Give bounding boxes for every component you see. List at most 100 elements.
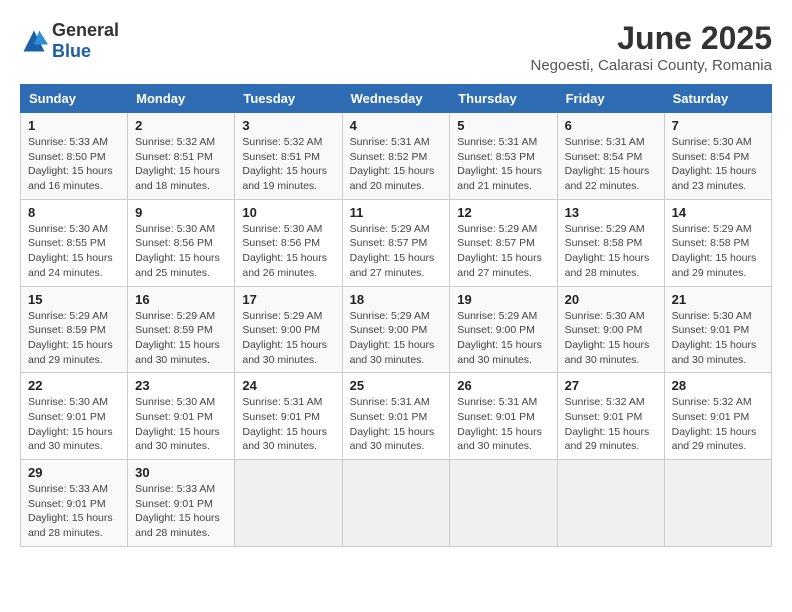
day-info: Sunrise: 5:33 AMSunset: 8:50 PMDaylight:… xyxy=(28,135,120,194)
col-wednesday: Wednesday xyxy=(342,85,450,113)
day-info: Sunrise: 5:30 AMSunset: 8:54 PMDaylight:… xyxy=(672,135,764,194)
day-info: Sunrise: 5:29 AMSunset: 8:57 PMDaylight:… xyxy=(350,222,443,281)
logo-general: General xyxy=(52,20,119,40)
calendar-cell: 29 Sunrise: 5:33 AMSunset: 9:01 PMDayligh… xyxy=(21,460,128,547)
calendar-cell: 5Sunrise: 5:31 AMSunset: 8:53 PMDaylight… xyxy=(450,113,557,200)
day-number: 26 xyxy=(457,378,549,393)
day-info: Sunrise: 5:31 AMSunset: 9:01 PMDaylight:… xyxy=(350,395,443,454)
col-monday: Monday xyxy=(128,85,235,113)
col-friday: Friday xyxy=(557,85,664,113)
day-number: 23 xyxy=(135,378,227,393)
calendar-cell xyxy=(235,460,342,547)
calendar-cell: 18Sunrise: 5:29 AMSunset: 9:00 PMDayligh… xyxy=(342,286,450,373)
day-info: Sunrise: 5:30 AMSunset: 9:01 PMDaylight:… xyxy=(672,309,764,368)
day-info: Sunrise: 5:31 AMSunset: 8:54 PMDaylight:… xyxy=(565,135,657,194)
day-info: Sunrise: 5:29 AMSunset: 8:57 PMDaylight:… xyxy=(457,222,549,281)
day-number: 10 xyxy=(242,205,334,220)
day-info: Sunrise: 5:33 AMSunset: 9:01 PMDaylight:… xyxy=(28,482,120,541)
day-info: Sunrise: 5:30 AMSunset: 9:01 PMDaylight:… xyxy=(135,395,227,454)
calendar-cell: 28 Sunrise: 5:32 AMSunset: 9:01 PMDayligh… xyxy=(664,373,771,460)
logo-icon xyxy=(20,27,48,55)
day-number: 20 xyxy=(565,292,657,307)
week-row-5: 29 Sunrise: 5:33 AMSunset: 9:01 PMDayligh… xyxy=(21,460,772,547)
day-number: 7 xyxy=(672,118,764,133)
calendar-cell: 25 Sunrise: 5:31 AMSunset: 9:01 PMDayligh… xyxy=(342,373,450,460)
calendar-cell: 21 Sunrise: 5:30 AMSunset: 9:01 PMDayligh… xyxy=(664,286,771,373)
day-number: 12 xyxy=(457,205,549,220)
day-info: Sunrise: 5:29 AMSunset: 9:00 PMDaylight:… xyxy=(242,309,334,368)
day-info: Sunrise: 5:30 AMSunset: 9:01 PMDaylight:… xyxy=(28,395,120,454)
logo-text: General Blue xyxy=(52,20,119,62)
day-number: 6 xyxy=(565,118,657,133)
calendar-cell: 17Sunrise: 5:29 AMSunset: 9:00 PMDayligh… xyxy=(235,286,342,373)
day-info: Sunrise: 5:29 AMSunset: 9:00 PMDaylight:… xyxy=(350,309,443,368)
calendar-cell xyxy=(557,460,664,547)
calendar-cell: 22Sunrise: 5:30 AMSunset: 9:01 PMDayligh… xyxy=(21,373,128,460)
calendar-cell: 11 Sunrise: 5:29 AMSunset: 8:57 PMDayligh… xyxy=(342,199,450,286)
col-thursday: Thursday xyxy=(450,85,557,113)
subtitle: Negoesti, Calarasi County, Romania xyxy=(530,57,772,74)
calendar-cell: 7 Sunrise: 5:30 AMSunset: 8:54 PMDaylight… xyxy=(664,113,771,200)
col-sunday: Sunday xyxy=(21,85,128,113)
calendar-cell: 19 Sunrise: 5:29 AMSunset: 9:00 PMDayligh… xyxy=(450,286,557,373)
day-number: 29 xyxy=(28,465,120,480)
calendar-cell: 13Sunrise: 5:29 AMSunset: 8:58 PMDayligh… xyxy=(557,199,664,286)
calendar-table: Sunday Monday Tuesday Wednesday Thursday… xyxy=(20,84,772,547)
calendar-cell: 2 Sunrise: 5:32 AMSunset: 8:51 PMDaylight… xyxy=(128,113,235,200)
day-info: Sunrise: 5:30 AMSunset: 8:56 PMDaylight:… xyxy=(242,222,334,281)
logo-blue: Blue xyxy=(52,41,91,61)
day-number: 19 xyxy=(457,292,549,307)
day-info: Sunrise: 5:29 AMSunset: 9:00 PMDaylight:… xyxy=(457,309,549,368)
day-info: Sunrise: 5:30 AMSunset: 8:55 PMDaylight:… xyxy=(28,222,120,281)
day-number: 28 xyxy=(672,378,764,393)
day-number: 27 xyxy=(565,378,657,393)
calendar-cell: 3 Sunrise: 5:32 AMSunset: 8:51 PMDaylight… xyxy=(235,113,342,200)
day-number: 3 xyxy=(242,118,334,133)
calendar-cell: 14 Sunrise: 5:29 AMSunset: 8:58 PMDayligh… xyxy=(664,199,771,286)
calendar-cell: 16Sunrise: 5:29 AMSunset: 8:59 PMDayligh… xyxy=(128,286,235,373)
day-info: Sunrise: 5:32 AMSunset: 8:51 PMDaylight:… xyxy=(135,135,227,194)
title-area: June 2025 Negoesti, Calarasi County, Rom… xyxy=(530,20,772,74)
calendar-cell: 12 Sunrise: 5:29 AMSunset: 8:57 PMDayligh… xyxy=(450,199,557,286)
day-number: 25 xyxy=(350,378,443,393)
day-number: 14 xyxy=(672,205,764,220)
day-number: 11 xyxy=(350,205,443,220)
day-info: Sunrise: 5:29 AMSunset: 8:59 PMDaylight:… xyxy=(28,309,120,368)
week-row-3: 15Sunrise: 5:29 AMSunset: 8:59 PMDayligh… xyxy=(21,286,772,373)
day-number: 24 xyxy=(242,378,334,393)
main-title: June 2025 xyxy=(530,20,772,57)
day-info: Sunrise: 5:30 AMSunset: 8:56 PMDaylight:… xyxy=(135,222,227,281)
day-number: 21 xyxy=(672,292,764,307)
day-number: 8 xyxy=(28,205,120,220)
header-row: Sunday Monday Tuesday Wednesday Thursday… xyxy=(21,85,772,113)
calendar-cell: 24Sunrise: 5:31 AMSunset: 9:01 PMDayligh… xyxy=(235,373,342,460)
day-info: Sunrise: 5:29 AMSunset: 8:59 PMDaylight:… xyxy=(135,309,227,368)
calendar-cell xyxy=(450,460,557,547)
day-info: Sunrise: 5:32 AMSunset: 8:51 PMDaylight:… xyxy=(242,135,334,194)
day-info: Sunrise: 5:29 AMSunset: 8:58 PMDaylight:… xyxy=(565,222,657,281)
week-row-2: 8 Sunrise: 5:30 AMSunset: 8:55 PMDaylight… xyxy=(21,199,772,286)
calendar-cell: 9 Sunrise: 5:30 AMSunset: 8:56 PMDaylight… xyxy=(128,199,235,286)
week-row-4: 22Sunrise: 5:30 AMSunset: 9:01 PMDayligh… xyxy=(21,373,772,460)
day-number: 4 xyxy=(350,118,443,133)
calendar-cell: 26Sunrise: 5:31 AMSunset: 9:01 PMDayligh… xyxy=(450,373,557,460)
calendar-cell: 4Sunrise: 5:31 AMSunset: 8:52 PMDaylight… xyxy=(342,113,450,200)
week-row-1: 1 Sunrise: 5:33 AMSunset: 8:50 PMDaylight… xyxy=(21,113,772,200)
calendar-cell: 10 Sunrise: 5:30 AMSunset: 8:56 PMDayligh… xyxy=(235,199,342,286)
calendar-cell: 1 Sunrise: 5:33 AMSunset: 8:50 PMDaylight… xyxy=(21,113,128,200)
calendar-cell: 6 Sunrise: 5:31 AMSunset: 8:54 PMDaylight… xyxy=(557,113,664,200)
day-number: 1 xyxy=(28,118,120,133)
day-info: Sunrise: 5:30 AMSunset: 9:00 PMDaylight:… xyxy=(565,309,657,368)
page-header: General Blue June 2025 Negoesti, Calaras… xyxy=(20,20,772,74)
day-info: Sunrise: 5:29 AMSunset: 8:58 PMDaylight:… xyxy=(672,222,764,281)
day-info: Sunrise: 5:32 AMSunset: 9:01 PMDaylight:… xyxy=(672,395,764,454)
col-saturday: Saturday xyxy=(664,85,771,113)
day-number: 30 xyxy=(135,465,227,480)
calendar-cell: 27Sunrise: 5:32 AMSunset: 9:01 PMDayligh… xyxy=(557,373,664,460)
calendar-cell: 8 Sunrise: 5:30 AMSunset: 8:55 PMDaylight… xyxy=(21,199,128,286)
day-number: 9 xyxy=(135,205,227,220)
calendar-cell: 30Sunrise: 5:33 AMSunset: 9:01 PMDayligh… xyxy=(128,460,235,547)
calendar-cell: 20 Sunrise: 5:30 AMSunset: 9:00 PMDayligh… xyxy=(557,286,664,373)
day-number: 2 xyxy=(135,118,227,133)
day-info: Sunrise: 5:31 AMSunset: 8:53 PMDaylight:… xyxy=(457,135,549,194)
